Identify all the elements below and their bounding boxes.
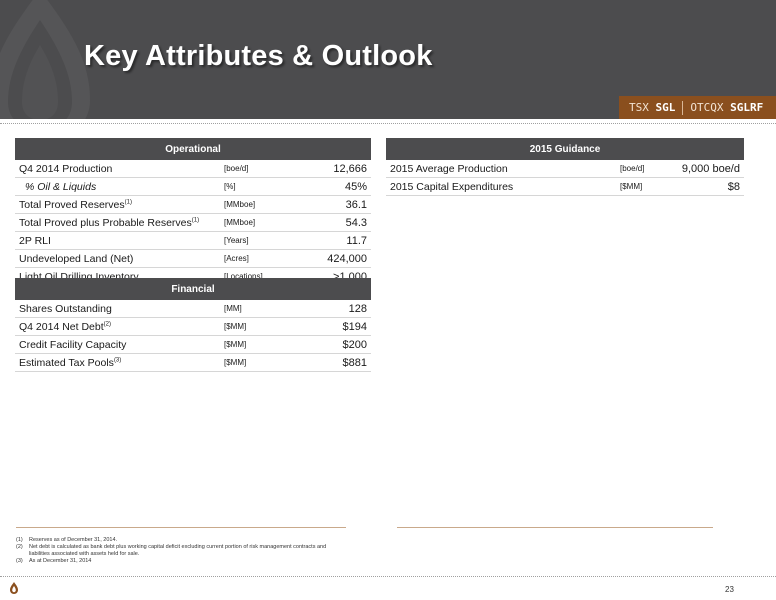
table-row: Total Proved Reserves(1) [MMboe] 36.1 xyxy=(15,195,371,214)
guidance-table: 2015 Guidance 2015 Average Production [b… xyxy=(386,138,744,196)
footnote-ref: (1) xyxy=(191,217,200,223)
row-unit: [MM] xyxy=(220,300,310,318)
footnote-ref: (2) xyxy=(103,321,111,327)
operational-header: Operational xyxy=(15,138,371,160)
footnote-rule-right xyxy=(397,527,713,528)
row-value: $194 xyxy=(310,317,371,336)
row-unit: [$MM] xyxy=(220,353,310,372)
row-label: Credit Facility Capacity xyxy=(15,335,220,354)
row-label: Undeveloped Land (Net) xyxy=(15,249,220,268)
table-row: Undeveloped Land (Net) [Acres] 424,000 xyxy=(15,249,371,268)
row-unit: [boe/d] xyxy=(616,160,674,178)
footnote-text: Net debt is calculated as bank debt plus… xyxy=(29,544,327,557)
table-row: 2P RLI [Years] 11.7 xyxy=(15,231,371,250)
ticker-exchange-otcqx: OTCQX xyxy=(690,101,724,114)
row-unit: [%] xyxy=(220,177,310,196)
row-value: 36.1 xyxy=(310,195,371,214)
operational-table: Operational Q4 2014 Production [boe/d] 1… xyxy=(15,138,371,286)
row-unit: [Years] xyxy=(220,231,310,250)
row-unit: [Acres] xyxy=(220,249,310,268)
guidance-header: 2015 Guidance xyxy=(386,138,744,160)
footnote-item: (3) As at December 31, 2014 xyxy=(16,558,346,565)
table-row: 2015 Capital Expenditures [$MM] $8 xyxy=(386,177,744,196)
row-value: 45% xyxy=(310,177,371,196)
row-value: 128 xyxy=(310,300,371,318)
row-label-cell: Total Proved Reserves(1) xyxy=(15,195,220,214)
footnote-item: (2) Net debt is calculated as bank debt … xyxy=(16,544,346,558)
ticker-symbol-tsx: SGL xyxy=(655,101,676,114)
row-unit: [$MM] xyxy=(220,317,310,336)
table-row: 2015 Average Production [boe/d] 9,000 bo… xyxy=(386,160,744,178)
ticker-separator xyxy=(682,100,684,115)
row-label: Q4 2014 Production xyxy=(15,160,220,178)
row-unit: [MMboe] xyxy=(220,195,310,214)
table-row: Credit Facility Capacity [$MM] $200 xyxy=(15,335,371,354)
row-label: Total Proved plus Probable Reserves xyxy=(19,216,192,229)
footnote-ref: (1) xyxy=(124,199,132,205)
financial-table: Financial Shares Outstanding [MM] 128 Q4… xyxy=(15,278,371,372)
row-value: 9,000 boe/d xyxy=(674,160,744,178)
ticker-badge: TSX SGL OTCQX SGLRF xyxy=(619,96,776,119)
row-unit: [$MM] xyxy=(616,177,674,196)
row-label: Shares Outstanding xyxy=(15,300,220,318)
financial-header: Financial xyxy=(15,278,371,300)
row-value: 54.3 xyxy=(310,213,371,232)
page-title: Key Attributes & Outlook xyxy=(84,40,433,72)
row-label: 2P RLI xyxy=(15,231,220,250)
footnote-text: Reserves as of December 31, 2014. xyxy=(29,537,118,543)
row-label-cell: Total Proved plus Probable Reserves(1) xyxy=(15,213,220,232)
row-value: 11.7 xyxy=(310,231,371,250)
row-label-cell: Q4 2014 Net Debt(2) xyxy=(15,317,220,336)
table-row: Estimated Tax Pools(3) [$MM] $881 xyxy=(15,353,371,372)
row-label: Q4 2014 Net Debt xyxy=(19,320,104,333)
footnote-number: (2) xyxy=(16,544,23,550)
row-value: 424,000 xyxy=(310,249,371,268)
header-divider xyxy=(0,123,776,124)
ticker-symbol-otcqx: SGLRF xyxy=(730,101,764,114)
footnote-number: (1) xyxy=(16,537,23,543)
row-label: % Oil & Liquids xyxy=(15,177,220,196)
footer-divider xyxy=(0,576,776,577)
table-row: Q4 2014 Net Debt(2) [$MM] $194 xyxy=(15,317,371,336)
page-number: 23 xyxy=(725,585,734,594)
row-value: 12,666 xyxy=(310,160,371,178)
row-value: $8 xyxy=(674,177,744,196)
row-unit: [$MM] xyxy=(220,335,310,354)
row-label: 2015 Average Production xyxy=(386,160,616,178)
table-row: Shares Outstanding [MM] 128 xyxy=(15,300,371,318)
footnote-ref: (3) xyxy=(113,357,122,363)
row-label: 2015 Capital Expenditures xyxy=(386,177,616,196)
footnote-text: As at December 31, 2014 xyxy=(29,558,92,564)
row-label-cell: Estimated Tax Pools(3) xyxy=(15,353,220,372)
row-label: Estimated Tax Pools xyxy=(19,356,114,369)
footnotes: (1) Reserves as of December 31, 2014. (2… xyxy=(16,537,346,565)
ticker-exchange-tsx: TSX xyxy=(629,101,649,114)
slide-header: Key Attributes & Outlook TSX SGL OTCQX S… xyxy=(0,0,776,119)
row-unit: [MMboe] xyxy=(220,213,310,232)
row-value: $200 xyxy=(310,335,371,354)
table-row: % Oil & Liquids [%] 45% xyxy=(15,177,371,196)
footnote-rule-left xyxy=(16,527,346,528)
row-value: $881 xyxy=(310,353,371,372)
footnote-item: (1) Reserves as of December 31, 2014. xyxy=(16,537,346,544)
table-row: Total Proved plus Probable Reserves(1) [… xyxy=(15,213,371,232)
company-logo-icon xyxy=(10,582,18,594)
row-unit: [boe/d] xyxy=(220,160,310,178)
table-row: Q4 2014 Production [boe/d] 12,666 xyxy=(15,160,371,178)
row-label: Total Proved Reserves xyxy=(19,198,125,211)
footnote-number: (3) xyxy=(16,558,23,564)
